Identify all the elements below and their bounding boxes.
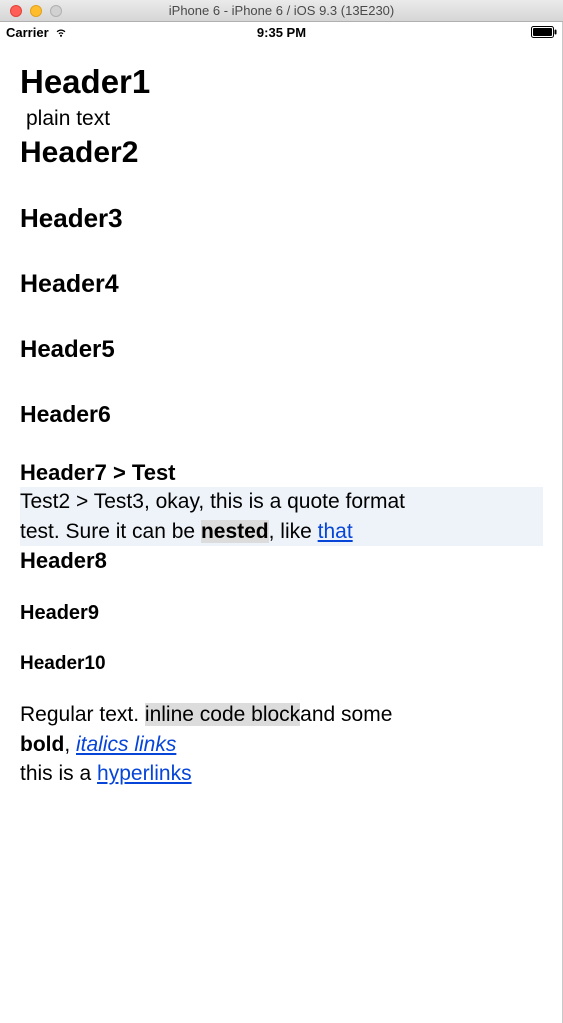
para-bold: bold xyxy=(20,733,64,756)
para-text-1: Regular text. xyxy=(20,703,145,726)
carrier-label: Carrier xyxy=(6,25,49,40)
quote-nested-bold: nested xyxy=(201,520,269,543)
heading-9: Header9 xyxy=(20,600,543,627)
paragraph-block: Regular text. inline code blockand some … xyxy=(20,700,543,788)
traffic-lights xyxy=(0,5,62,17)
status-bar: Carrier 9:35 PM xyxy=(0,22,563,42)
heading-8: Header8 xyxy=(20,546,543,576)
para-text-2: and some xyxy=(300,703,392,726)
quote-block: Test2 > Test3, okay, this is a quote for… xyxy=(20,487,543,546)
battery-icon xyxy=(531,26,557,38)
italics-link[interactable]: italics links xyxy=(76,733,176,756)
heading-2: Header2 xyxy=(20,133,543,174)
quote-text-1: Test2 > Test3, okay, this is a quote for… xyxy=(20,490,405,513)
heading-1: Header1 xyxy=(20,60,543,105)
status-time: 9:35 PM xyxy=(257,25,306,40)
quote-link-that[interactable]: that xyxy=(318,520,353,543)
status-left: Carrier xyxy=(6,25,68,40)
plain-text: plain text xyxy=(20,105,543,133)
heading-6: Header6 xyxy=(20,399,543,430)
para-text-4: this is a xyxy=(20,762,97,785)
quote-text-2: test. Sure it can be xyxy=(20,520,201,543)
inline-code: inline code block xyxy=(145,703,300,726)
window-titlebar: iPhone 6 - iPhone 6 / iOS 9.3 (13E230) xyxy=(0,0,563,22)
status-right xyxy=(531,26,557,38)
heading-7: Header7 > Test xyxy=(20,458,543,488)
close-icon[interactable] xyxy=(10,5,22,17)
heading-3: Header3 xyxy=(20,201,543,236)
hyperlink[interactable]: hyperlinks xyxy=(97,762,192,785)
heading-10: Header10 xyxy=(20,651,543,677)
heading-4: Header4 xyxy=(20,268,543,302)
minimize-icon[interactable] xyxy=(30,5,42,17)
window-title: iPhone 6 - iPhone 6 / iOS 9.3 (13E230) xyxy=(169,3,394,18)
device-frame: Carrier 9:35 PM Header1 plain text Heade… xyxy=(0,22,563,1023)
content-area[interactable]: Header1 plain text Header2 Header3 Heade… xyxy=(0,42,563,807)
quote-text-3: , like xyxy=(269,520,318,543)
heading-5: Header5 xyxy=(20,334,543,366)
para-text-3: , xyxy=(64,733,76,756)
zoom-icon xyxy=(50,5,62,17)
wifi-icon xyxy=(54,25,68,39)
